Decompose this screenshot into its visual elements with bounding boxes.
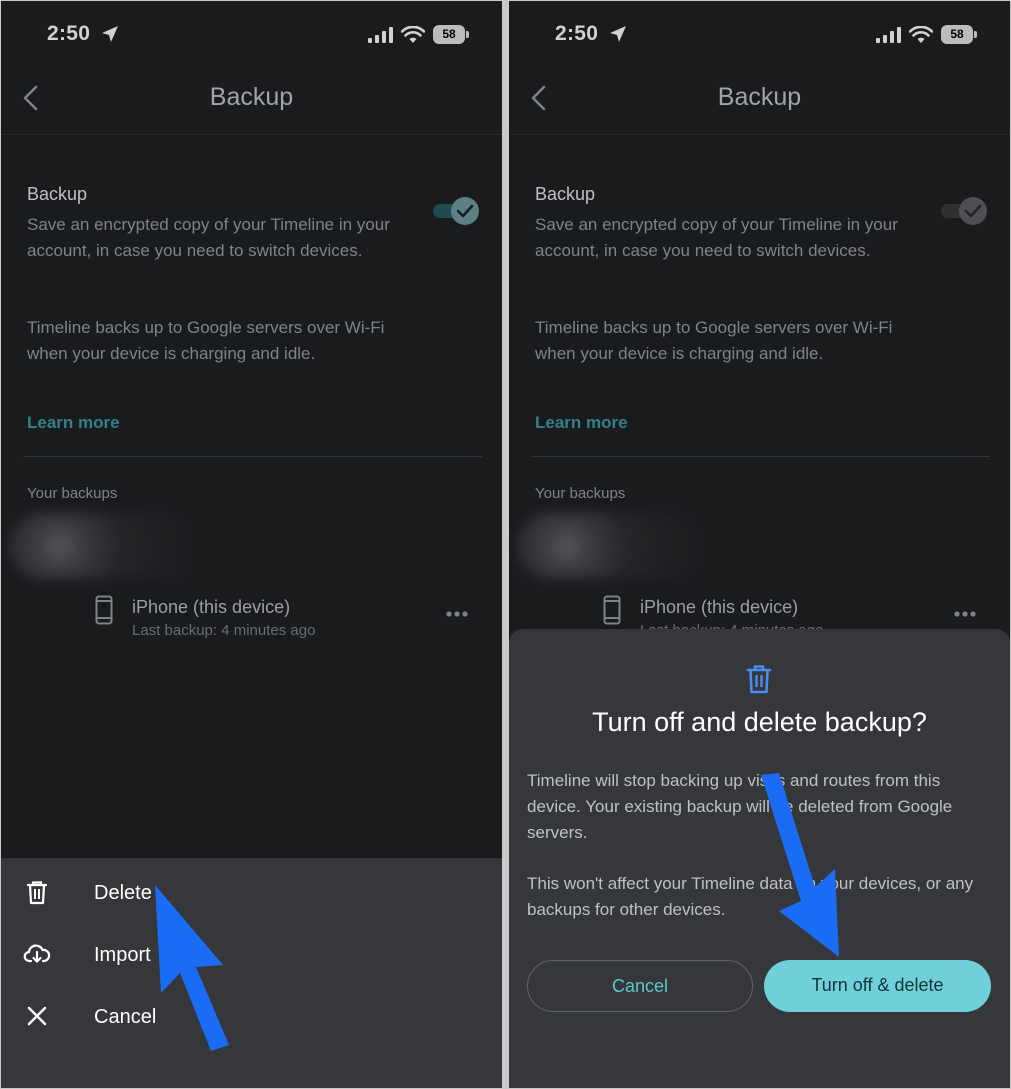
close-icon — [27, 1006, 47, 1026]
delete-action[interactable]: Delete — [1, 864, 502, 920]
annotation-arrow-pointer — [155, 885, 229, 1051]
annotation-arrow-pointer — [761, 773, 839, 957]
trash-icon — [746, 665, 772, 694]
action-sheet: Delete Import Cancel — [1, 858, 502, 1088]
trash-icon — [26, 881, 48, 905]
cloud-download-icon — [23, 944, 51, 963]
dialog-title: Turn off and delete backup? — [592, 707, 927, 737]
left-screen: 2:50 58 Backup Backup Save an encrypted … — [1, 1, 502, 1088]
right-screen: 2:50 58 Backup Backup Save an encrypted … — [509, 1, 1010, 1088]
cancel-button[interactable]: Cancel — [527, 960, 753, 1012]
turn-off-delete-button[interactable]: Turn off & delete — [764, 960, 991, 1012]
import-action[interactable]: Import — [1, 926, 502, 982]
cancel-action[interactable]: Cancel — [1, 988, 502, 1044]
